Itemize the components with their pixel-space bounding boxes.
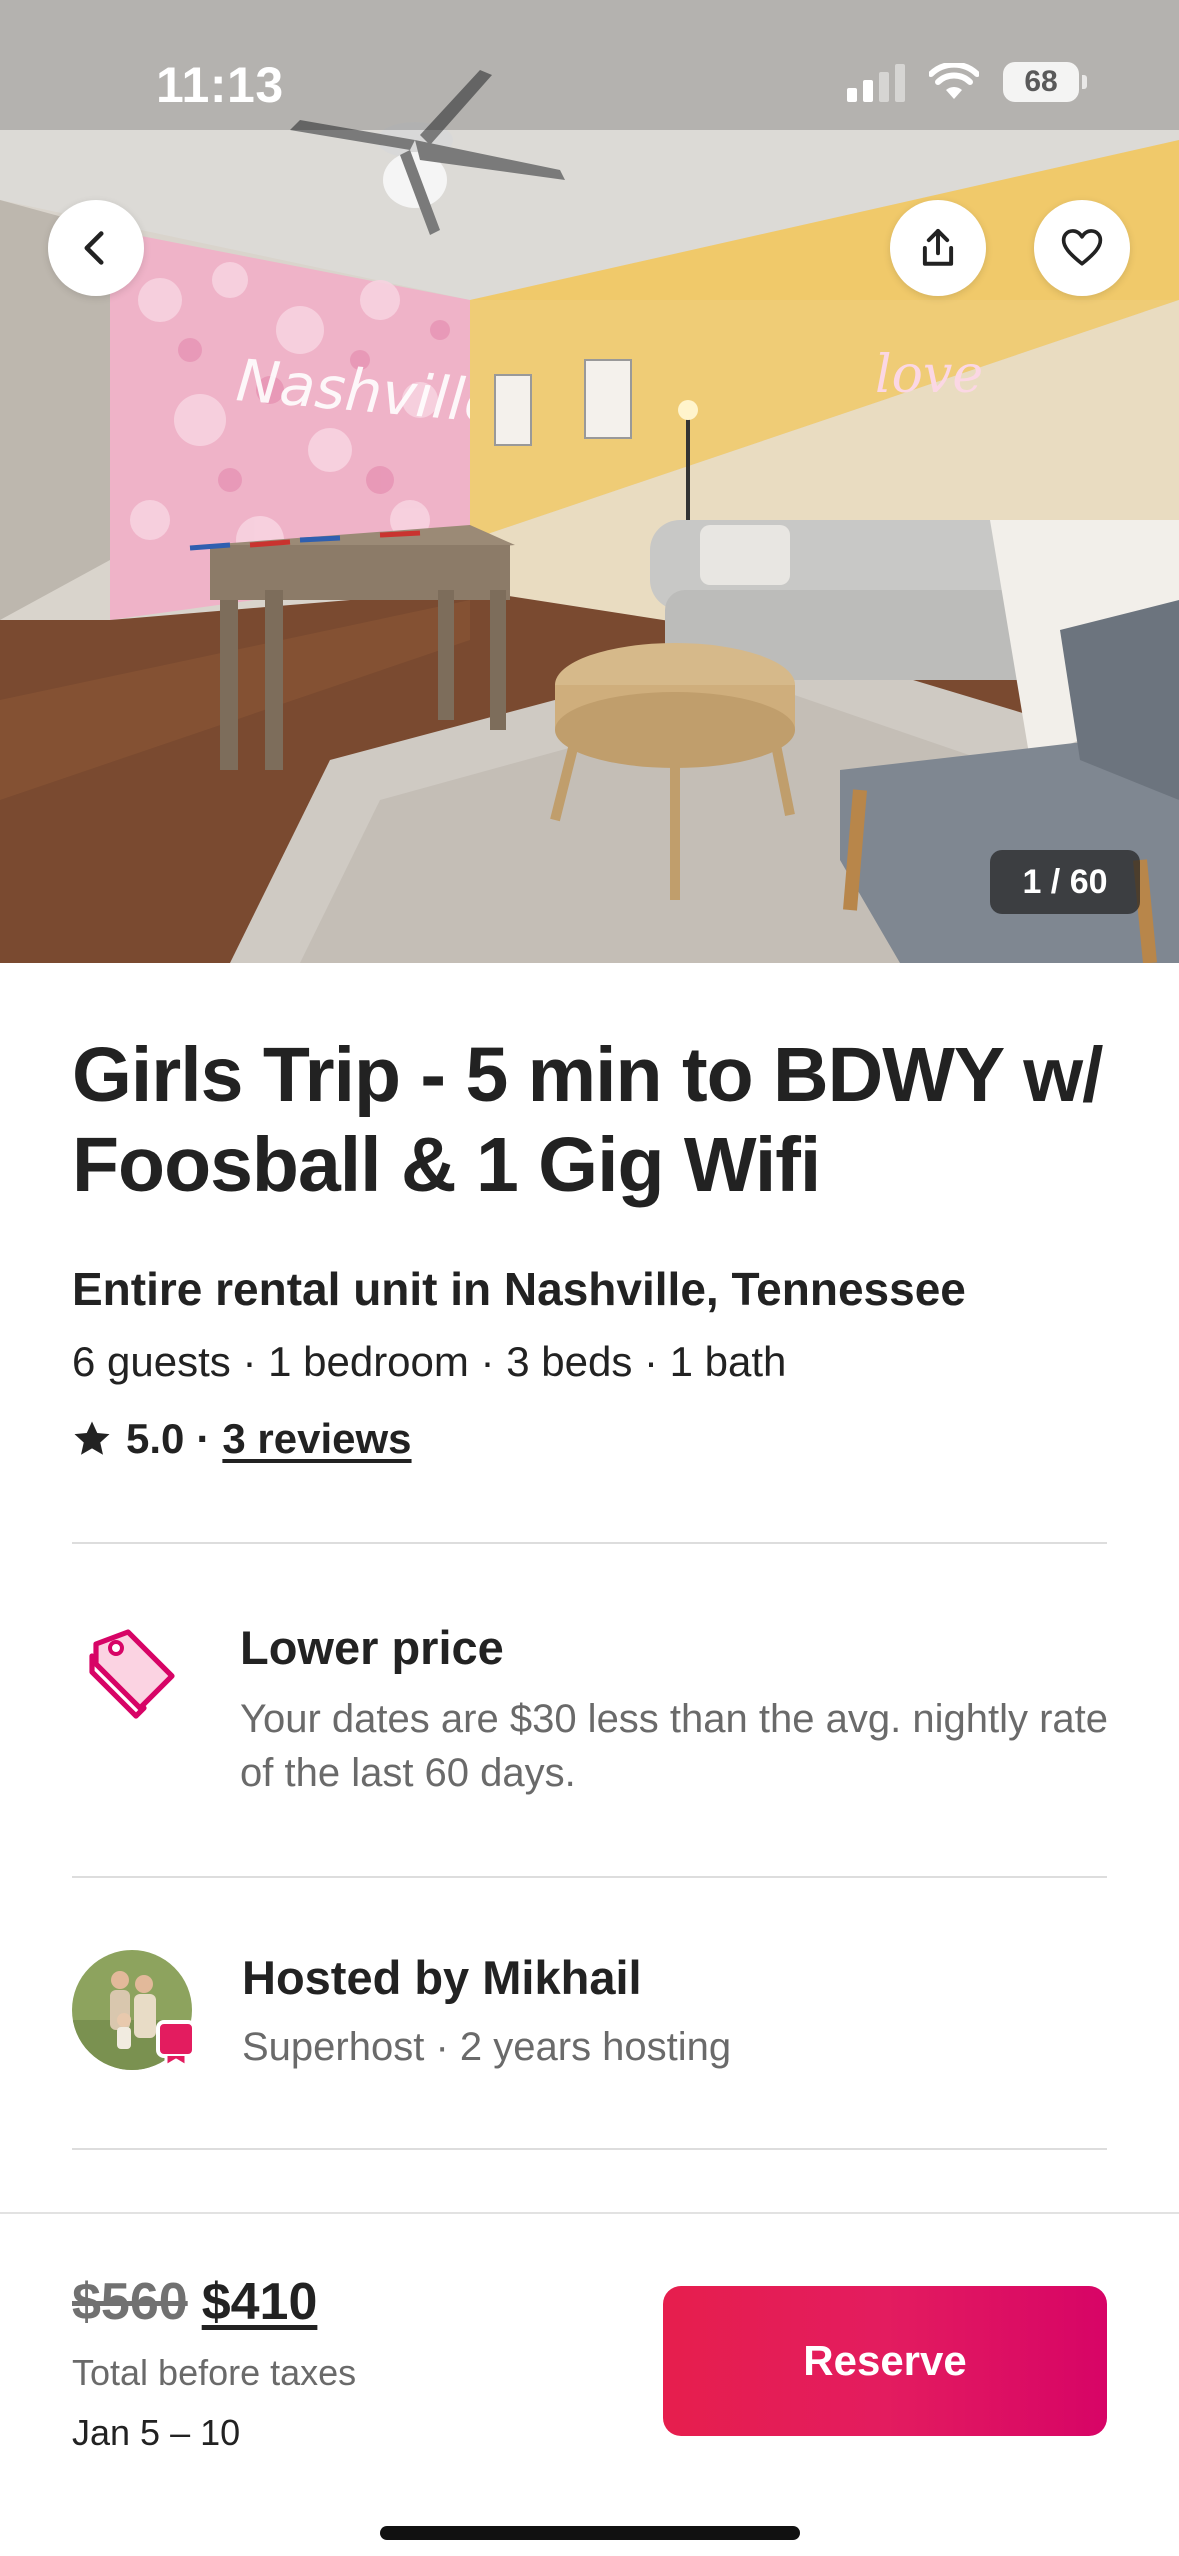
listing-title: Girls Trip - 5 min to BDWY w/ Foosball &…: [72, 1032, 1104, 1208]
rating-separator: ·: [196, 1415, 211, 1462]
rating-row: 5.0 · 3 reviews: [72, 1415, 412, 1463]
superhost-badge-icon: [156, 2020, 196, 2068]
listing-subtitle: Entire rental unit in Nashville, Tenness…: [72, 1263, 966, 1315]
back-button[interactable]: [48, 200, 144, 296]
listing-photo-image: Nashville love: [0, 0, 1179, 963]
status-bar-time: 11:13: [156, 57, 284, 113]
reviews-link[interactable]: 3 reviews: [222, 1415, 411, 1463]
reserve-button[interactable]: Reserve: [663, 2286, 1107, 2436]
star-icon: [74, 1421, 110, 1455]
photo-counter: 1 / 60: [990, 850, 1140, 914]
share-button[interactable]: [890, 200, 986, 296]
host-subtitle: Superhost · 2 years hosting: [242, 2025, 732, 2069]
price-row[interactable]: $560 $410: [72, 2272, 317, 2332]
section-divider: [72, 1542, 1107, 1544]
listing-details: 6 guests · 1 bedroom · 3 beds · 1 bath: [72, 1338, 787, 1385]
price-tag-icon: [89, 1629, 175, 1719]
rating-score: 5.0: [126, 1415, 185, 1462]
back-icon: [84, 231, 104, 265]
listing-photo[interactable]: Nashville love 11:13 68 1 / 60: [0, 0, 1179, 963]
price-note: Total before taxes: [72, 2352, 357, 2393]
svg-text:love: love: [875, 345, 983, 405]
section-divider: [72, 2148, 1107, 2150]
discounted-price[interactable]: $410: [202, 2272, 318, 2332]
home-indicator[interactable]: [380, 2526, 800, 2540]
battery-indicator: 68: [1003, 62, 1087, 102]
host-title: Hosted by Mikhail: [242, 1951, 642, 2004]
section-divider: [72, 1876, 1107, 1878]
lower-price-description: Your dates are $30 less than the avg. ni…: [240, 1697, 1108, 1795]
share-icon: [922, 228, 954, 266]
wifi-icon: [929, 63, 979, 99]
original-price: $560: [72, 2273, 188, 2331]
reservation-footer: $560 $410 Total before taxes Jan 5 – 10 …: [0, 2212, 1179, 2556]
lower-price-title: Lower price: [240, 1621, 504, 1674]
cellular-signal-icon: [847, 62, 905, 102]
heart-icon: [1061, 229, 1103, 266]
save-to-wishlist-button[interactable]: [1034, 200, 1130, 296]
selected-dates[interactable]: Jan 5 – 10: [72, 2412, 240, 2454]
status-bar-icons: 68: [847, 62, 1087, 102]
